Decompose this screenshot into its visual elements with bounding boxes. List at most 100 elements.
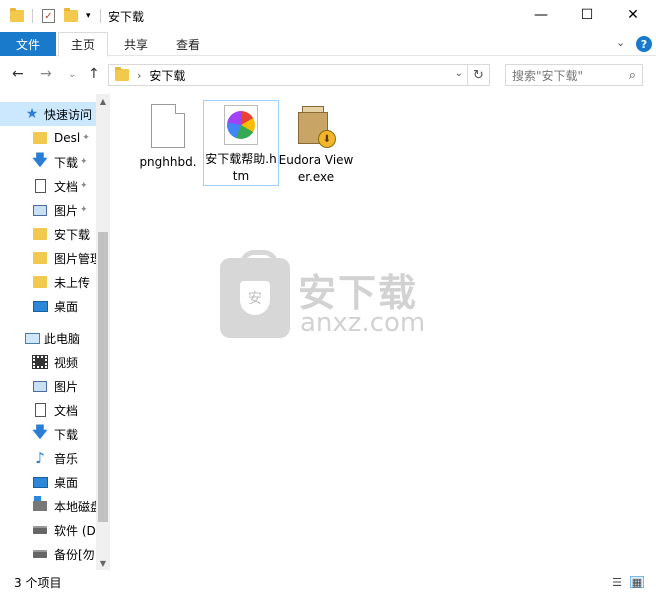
sidebar-item-label: 下载 [54, 155, 79, 170]
sidebar-item-label: 桌面 [54, 475, 79, 490]
divider [100, 9, 101, 23]
sidebar-item-label: 备份[勿 [54, 547, 95, 562]
up-arrow-icon[interactable]: ↑ [88, 66, 100, 82]
sidebar-item-pictures-pinned[interactable]: 图片 ✦ [0, 198, 96, 222]
scroll-up-icon[interactable]: ▲ [96, 94, 110, 108]
status-bar: 3 个项目 ☰ ▦ [0, 570, 656, 595]
tab-home[interactable]: 主页 [58, 32, 108, 57]
sidebar-item-music[interactable]: ♪ 音乐 [0, 446, 96, 470]
sidebar-item-not-uploaded[interactable]: 未上传 [0, 270, 96, 294]
sidebar-item-label: 图片管理 [54, 251, 96, 266]
sidebar-item-backup-drive[interactable]: 备份[勿 [0, 542, 96, 566]
new-folder-icon[interactable] [64, 6, 78, 26]
desktop-icon [32, 298, 48, 314]
sidebar-item-label: 桌面 [54, 299, 79, 314]
watermark: 安 安下载 anxz.com [220, 250, 440, 340]
sidebar-item-label: 文档 [54, 179, 79, 194]
title-bar: ✓ ▾ 安下载 — ☐ ✕ [0, 0, 656, 32]
sidebar-item-desktop[interactable]: 桌面 [0, 294, 96, 318]
sidebar-item-documents-pinned[interactable]: 文档 ✦ [0, 174, 96, 198]
details-view-icon[interactable]: ☰ [610, 576, 624, 589]
download-icon: 🡇 [32, 150, 48, 169]
sidebar-item-desktop-pinned[interactable]: Desl ✦ [0, 126, 96, 150]
folder-icon [115, 67, 129, 81]
search-icon[interactable]: ⌕ [629, 68, 636, 83]
sidebar-item-downloads-pinned[interactable]: 🡇 下载 ✦ [0, 150, 96, 174]
blank-file-icon [151, 104, 185, 148]
sidebar-item-label: 本地磁盘 [54, 499, 96, 514]
navigation-pane: ★ 快速访问 Desl ✦ 🡇 下载 ✦ 文档 ✦ 图片 ✦ 安下载 图片管理 … [0, 94, 110, 570]
file-item[interactable]: ⬇ Eudora Viewer.exe [278, 100, 354, 186]
pin-icon: ✦ [80, 205, 88, 215]
minimize-button[interactable]: — [518, 0, 564, 30]
sidebar-item-pictures[interactable]: 图片 [0, 374, 96, 398]
back-arrow-icon[interactable]: ← [12, 66, 24, 82]
sidebar-item-label: 视频 [54, 355, 79, 370]
recent-locations-icon[interactable]: ⌄ [68, 69, 76, 80]
sidebar-item-downloads[interactable]: 🡇 下载 [0, 422, 96, 446]
search-input[interactable]: 搜索"安下载" ⌕ [505, 64, 643, 86]
sidebar-item-label: 下载 [54, 427, 79, 442]
sidebar-item-label: 图片 [54, 379, 79, 394]
sidebar-item-videos[interactable]: 视频 [0, 350, 96, 374]
file-item[interactable]: 安下载帮助.htm [203, 100, 279, 186]
folder-icon [32, 226, 48, 242]
picture-icon [32, 378, 48, 394]
large-icons-view-icon[interactable]: ▦ [630, 576, 644, 589]
installer-icon: ⬇ [294, 104, 338, 148]
sidebar-item-label: 快速访问 [44, 107, 93, 122]
tab-view[interactable]: 查看 [164, 32, 212, 56]
window-title: 安下载 [108, 10, 145, 24]
maximize-button[interactable]: ☐ [564, 0, 610, 30]
search-placeholder: 搜索"安下载" [512, 68, 584, 83]
sidebar-item-software-drive[interactable]: 软件 (D [0, 518, 96, 542]
file-item[interactable]: pnghhbd. [130, 100, 206, 186]
pin-icon: ✦ [80, 181, 88, 191]
pin-icon: ✦ [82, 133, 90, 143]
refresh-icon[interactable]: ↻ [467, 65, 489, 85]
sidebar-item-local-disk[interactable]: 本地磁盘 [0, 494, 96, 518]
file-name: 安下载帮助.htm [205, 152, 277, 183]
customize-toolbar-icon[interactable]: ▾ [86, 6, 91, 26]
file-name: pnghhbd. [139, 155, 197, 169]
properties-icon[interactable]: ✓ [42, 6, 55, 26]
sidebar-item-desktop-pc[interactable]: 桌面 [0, 470, 96, 494]
breadcrumb[interactable]: 安下载 [149, 67, 185, 84]
document-icon [32, 178, 48, 194]
shopping-bag-logo: 安 [220, 250, 290, 338]
sidebar-item-this-pc[interactable]: 此电脑 [0, 326, 96, 350]
folder-icon [32, 250, 48, 266]
sidebar-item-quick-access[interactable]: ★ 快速访问 [0, 102, 96, 126]
sidebar-item-label: 图片 [54, 203, 79, 218]
close-button[interactable]: ✕ [610, 0, 656, 30]
sidebar-item-label: 未上传 [54, 275, 91, 290]
document-icon [32, 402, 48, 418]
drive-icon [32, 496, 48, 514]
download-icon: 🡇 [32, 422, 48, 441]
sidebar-item-picture-manager[interactable]: 图片管理 [0, 246, 96, 270]
desktop-icon [32, 474, 48, 490]
tab-share[interactable]: 共享 [112, 32, 160, 56]
address-bar[interactable]: › 安下载 ⌄ ↻ [108, 64, 490, 86]
sidebar-scrollbar[interactable]: ▲ ▼ [96, 94, 110, 570]
watermark-en: anxz.com [300, 308, 426, 338]
scrollbar-thumb[interactable] [98, 232, 108, 522]
divider [32, 9, 33, 23]
scroll-down-icon[interactable]: ▼ [96, 556, 110, 570]
tab-file[interactable]: 文件 [0, 32, 56, 56]
ribbon: 文件 主页 共享 查看 ⌄ [0, 32, 656, 57]
sidebar-item-anxiazai[interactable]: 安下载 [0, 222, 96, 246]
help-icon[interactable]: ? [636, 36, 652, 52]
forward-arrow-icon[interactable]: → [40, 66, 52, 82]
chrome-html-icon [224, 105, 258, 145]
ribbon-expand-icon[interactable]: ⌄ [616, 36, 625, 49]
folder-icon [32, 274, 48, 290]
sidebar-item-label: 此电脑 [44, 331, 81, 346]
folder-icon [32, 130, 48, 146]
sidebar-item-documents[interactable]: 文档 [0, 398, 96, 422]
picture-icon [32, 202, 48, 218]
video-icon [32, 354, 48, 370]
chevron-right-icon[interactable]: › [137, 69, 141, 82]
address-dropdown-icon[interactable]: ⌄ [455, 68, 463, 79]
folder-icon [10, 6, 24, 26]
